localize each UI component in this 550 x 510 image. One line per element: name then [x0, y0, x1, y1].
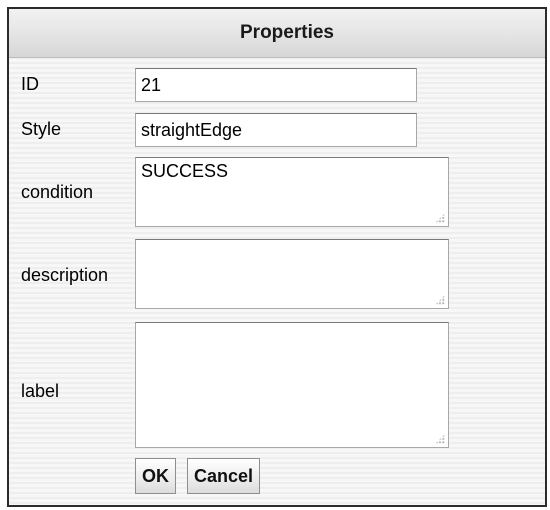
label-field[interactable]	[135, 322, 449, 448]
id-field[interactable]	[135, 68, 417, 102]
dialog-titlebar[interactable]: Properties	[9, 9, 545, 58]
style-label: Style	[21, 119, 62, 139]
condition-field[interactable]: SUCCESS	[135, 157, 449, 227]
cancel-button[interactable]: Cancel	[187, 458, 261, 494]
label-label: label	[21, 381, 60, 401]
style-field[interactable]	[135, 113, 417, 147]
description-field[interactable]	[135, 239, 449, 309]
description-label: description	[21, 265, 109, 285]
ok-button[interactable]: OK	[135, 458, 176, 494]
dialog-title: Properties	[240, 22, 334, 43]
properties-dialog: Properties ID Style condition SUCCESS de…	[7, 7, 547, 507]
condition-label: condition	[21, 182, 94, 202]
id-label: ID	[21, 74, 39, 94]
